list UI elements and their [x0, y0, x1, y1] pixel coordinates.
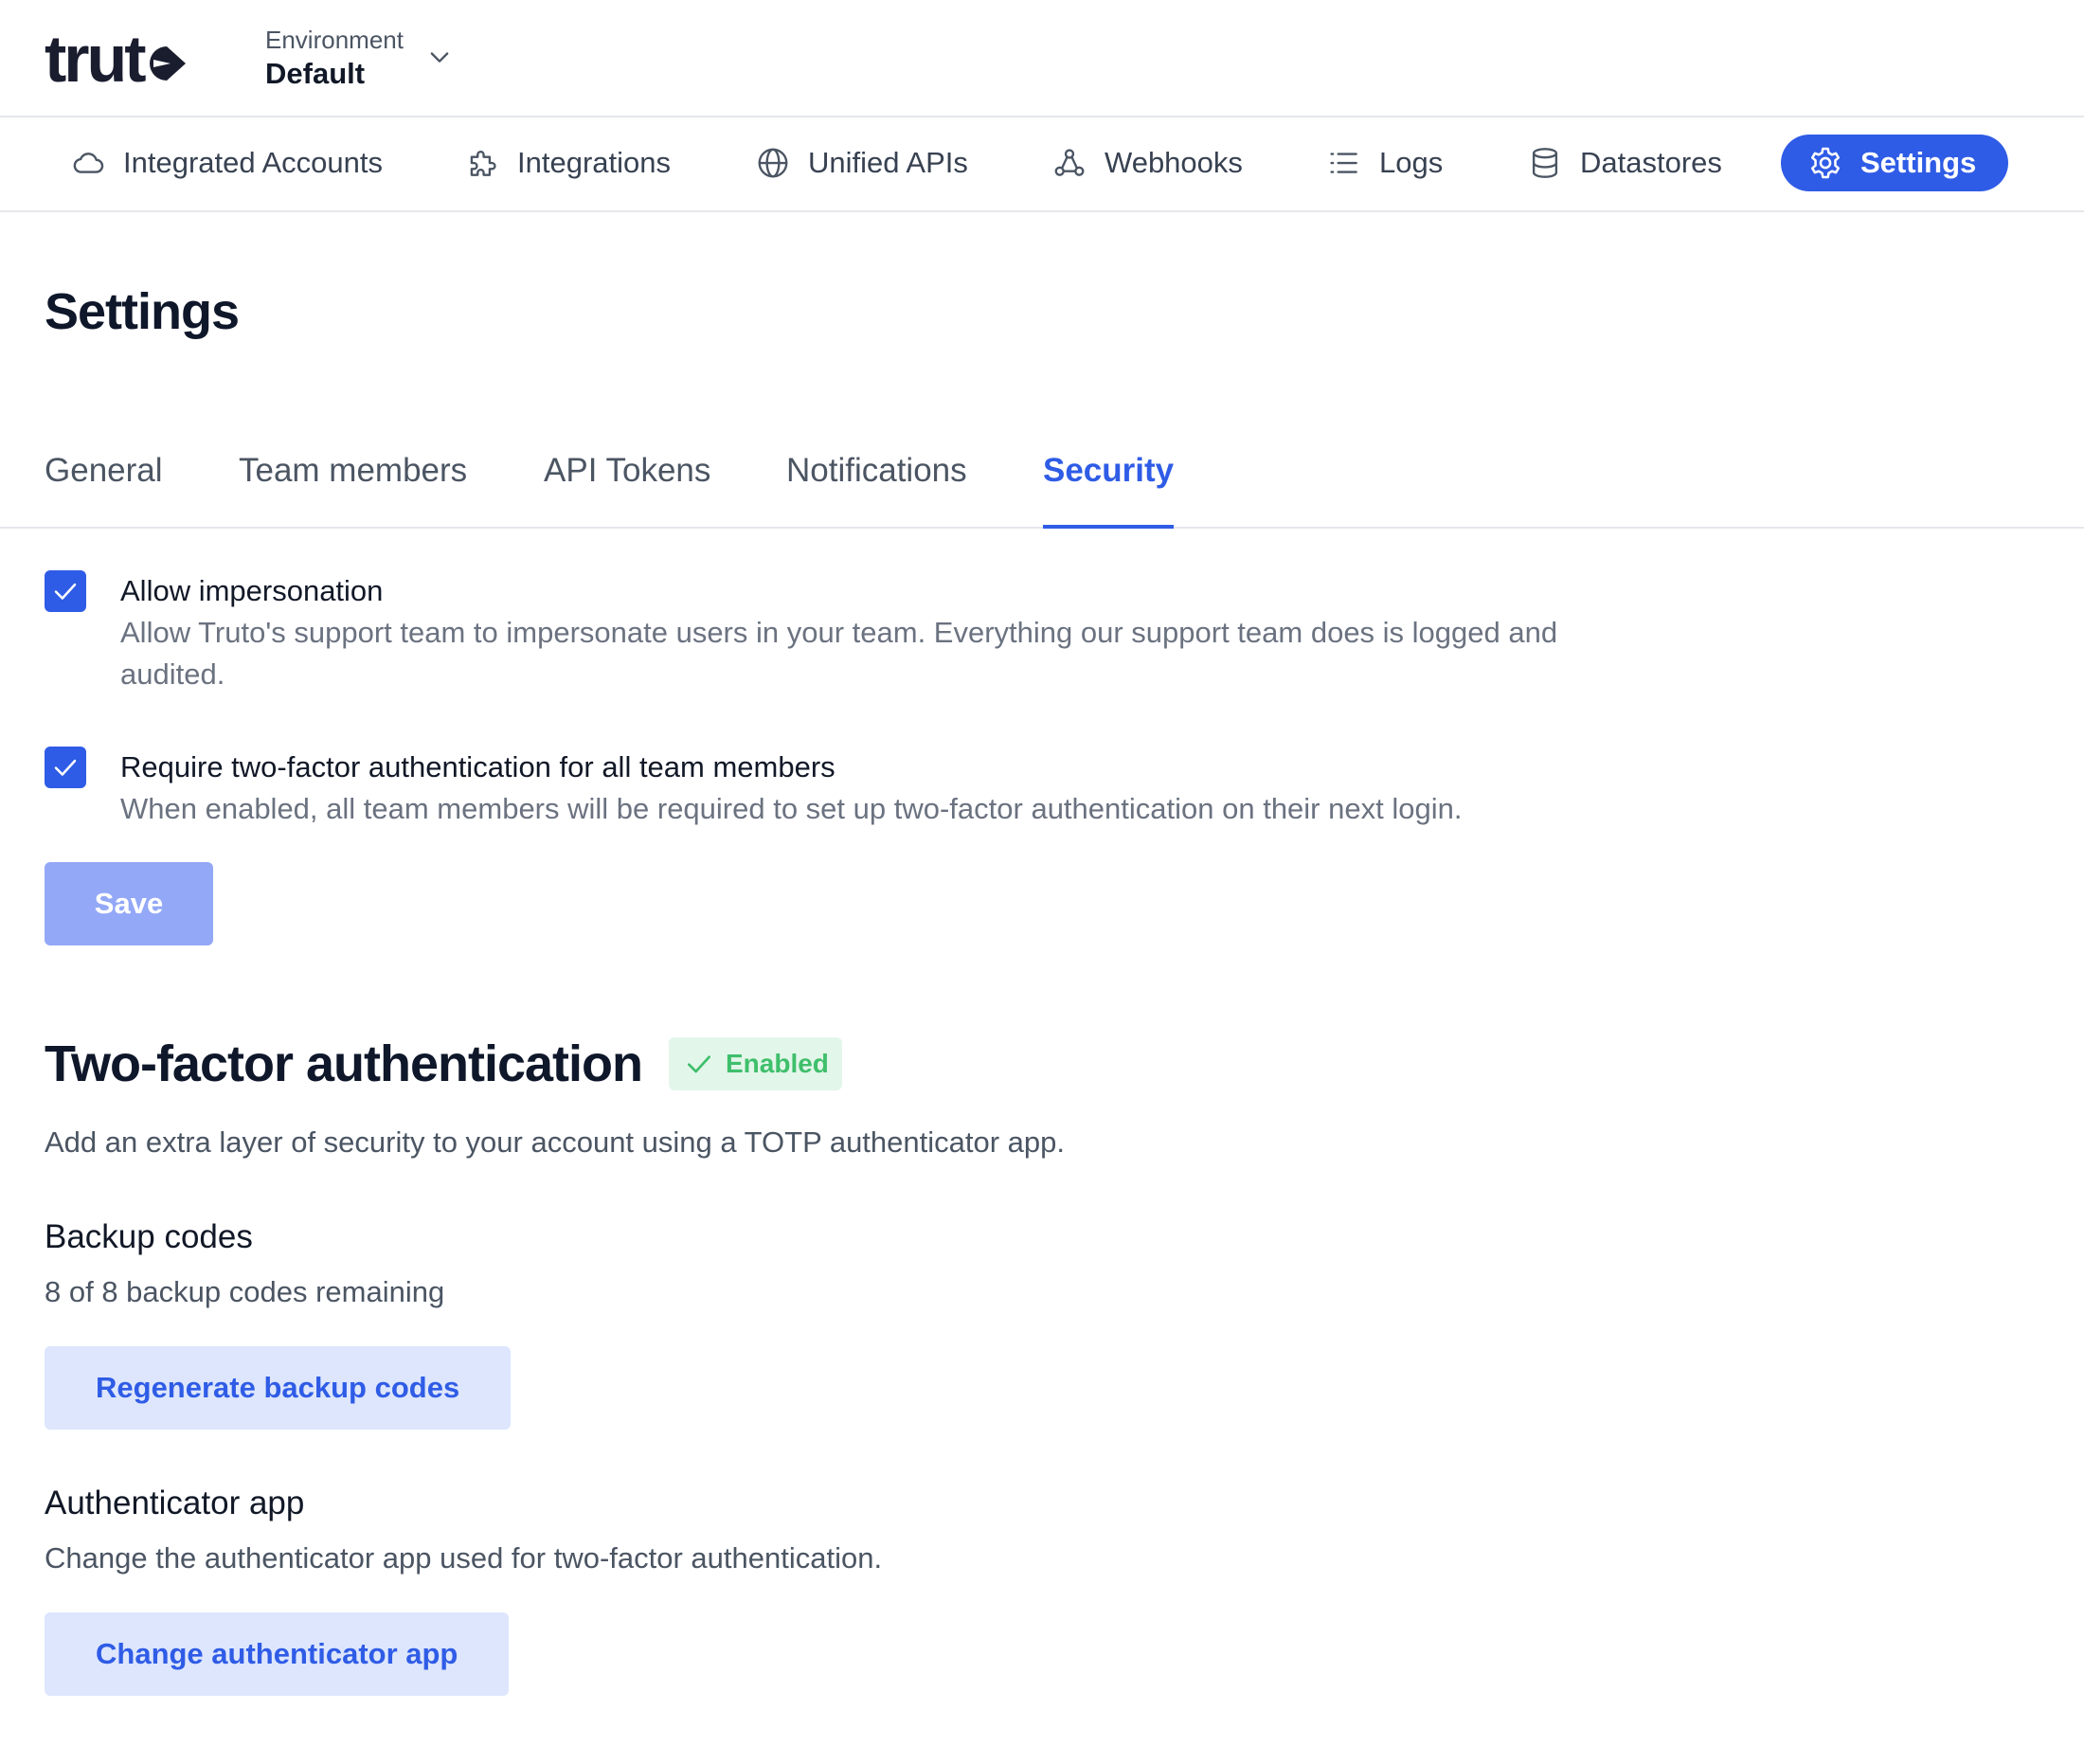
option-title: Allow impersonation: [120, 574, 384, 607]
globe-icon: [758, 148, 788, 178]
check-icon: [688, 1055, 710, 1073]
nav-label: Logs: [1379, 146, 1444, 179]
chevron-down-icon: [430, 52, 449, 63]
cloud-icon: [73, 153, 104, 173]
tab-notifications[interactable]: Notifications: [786, 438, 967, 529]
check-icon: [54, 583, 77, 600]
backup-codes-status: 8 of 8 backup codes remaining: [45, 1275, 445, 1308]
nav-item-unified-apis[interactable]: Unified APIs: [755, 135, 968, 191]
top-bar: trut Environment Default: [0, 0, 2084, 117]
allow-impersonation-checkbox[interactable]: [45, 570, 86, 612]
gear-icon: [1810, 147, 1841, 179]
option-require-2fa: Require two-factor authentication for al…: [45, 747, 1579, 830]
backup-codes-title: Backup codes: [45, 1218, 253, 1255]
environment-label: Environment: [265, 26, 404, 54]
tab-security[interactable]: Security: [1043, 438, 1175, 529]
main-nav: Integrated Accounts Integrations Unified…: [0, 117, 2084, 212]
nav-item-datastores[interactable]: Datastores: [1527, 135, 1722, 191]
environment-value: Default: [265, 57, 366, 90]
nav-label: Integrations: [517, 146, 671, 179]
settings-tabs: General Team members API Tokens Notifica…: [0, 438, 2084, 529]
nav-item-settings[interactable]: Settings: [1781, 135, 2009, 191]
logo-mark-icon: [149, 46, 186, 81]
two-factor-header: Two-factor authentication Enabled: [45, 1035, 842, 1093]
require-2fa-checkbox[interactable]: [45, 747, 86, 788]
truto-logo[interactable]: trut: [45, 21, 188, 97]
option-description: When enabled, all team members will be r…: [120, 792, 1463, 825]
nav-item-logs[interactable]: Logs: [1326, 135, 1443, 191]
nav-label: Unified APIs: [808, 146, 968, 179]
option-title: Require two-factor authentication for al…: [120, 750, 835, 783]
environment-switcher[interactable]: Environment Default: [265, 25, 453, 93]
puzzle-icon: [470, 151, 496, 176]
authenticator-app-description: Change the authenticator app used for tw…: [45, 1541, 883, 1575]
nav-label: Settings: [1860, 146, 1977, 179]
nav-item-integrations[interactable]: Integrations: [464, 135, 671, 191]
tab-team-members[interactable]: Team members: [239, 438, 467, 529]
page-title: Settings: [45, 283, 240, 340]
nav-label: Datastores: [1580, 146, 1722, 179]
nav-label: Webhooks: [1105, 146, 1243, 179]
save-button[interactable]: Save: [45, 862, 213, 945]
database-icon: [1532, 148, 1558, 178]
tab-api-tokens[interactable]: API Tokens: [544, 438, 710, 529]
two-factor-title: Two-factor authentication: [45, 1035, 643, 1092]
nav-item-integrated-accounts[interactable]: Integrated Accounts: [70, 135, 383, 191]
list-icon: [1330, 153, 1357, 173]
two-factor-description: Add an extra layer of security to your a…: [45, 1125, 1066, 1159]
check-icon: [54, 759, 77, 776]
nav-label: Integrated Accounts: [123, 146, 384, 179]
nav-item-webhooks[interactable]: Webhooks: [1051, 135, 1243, 191]
webhook-icon: [1054, 149, 1085, 176]
status-badge-label: Enabled: [726, 1049, 829, 1078]
logo-text: trut: [45, 22, 147, 96]
authenticator-app-title: Authenticator app: [45, 1485, 305, 1521]
change-authenticator-app-button[interactable]: Change authenticator app: [45, 1612, 510, 1696]
regenerate-backup-codes-button[interactable]: Regenerate backup codes: [45, 1346, 512, 1430]
option-description: Allow Truto's support team to impersonat…: [120, 616, 1558, 691]
status-badge: Enabled: [669, 1037, 842, 1090]
tab-general[interactable]: General: [45, 438, 163, 529]
option-allow-impersonation: Allow impersonation Allow Truto's suppor…: [45, 570, 1579, 695]
